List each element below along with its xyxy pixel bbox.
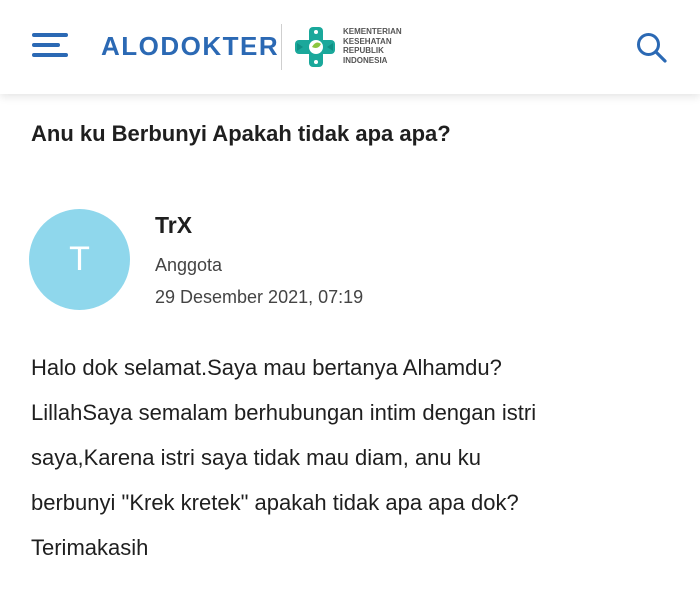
question-title: Anu ku Berbunyi Apakah tidak apa apa?: [31, 121, 451, 146]
page: ALODOKTER KEMENTERIAN KESEHATAN REPUBLIK…: [0, 0, 700, 599]
alodokter-logo[interactable]: ALODOKTER: [101, 30, 279, 62]
body-line: LillahSaya semalam berhubungan intim den…: [31, 400, 537, 425]
author-name[interactable]: TrX: [155, 210, 192, 240]
menu-bar: [32, 33, 68, 37]
top-header: ALODOKTER KEMENTERIAN KESEHATAN REPUBLIK…: [0, 0, 700, 94]
kemenkes-logo-text: KEMENTERIAN KESEHATAN REPUBLIK INDONESIA: [343, 27, 402, 65]
body-line: Halo dok selamat.Saya mau bertanya Alham…: [31, 355, 502, 380]
kemenkes-logo-icon: [295, 27, 335, 67]
author-role: Anggota: [155, 255, 223, 275]
body-line: saya,Karena istri saya tidak mau diam, a…: [31, 445, 482, 470]
search-icon[interactable]: [632, 28, 672, 68]
menu-bar: [32, 53, 68, 57]
post-date: 29 Desember 2021, 07:19: [155, 287, 364, 307]
hamburger-menu-icon[interactable]: [30, 27, 70, 63]
body-line: berbunyi "Krek kretek" apakah tidak apa …: [31, 490, 519, 515]
body-line: Terimakasih: [31, 535, 149, 560]
question-body: Halo dok selamat.Saya mau bertanya Alham…: [31, 345, 681, 570]
menu-bar: [32, 43, 60, 47]
avatar: T: [29, 209, 130, 310]
logo-divider: [281, 24, 282, 70]
